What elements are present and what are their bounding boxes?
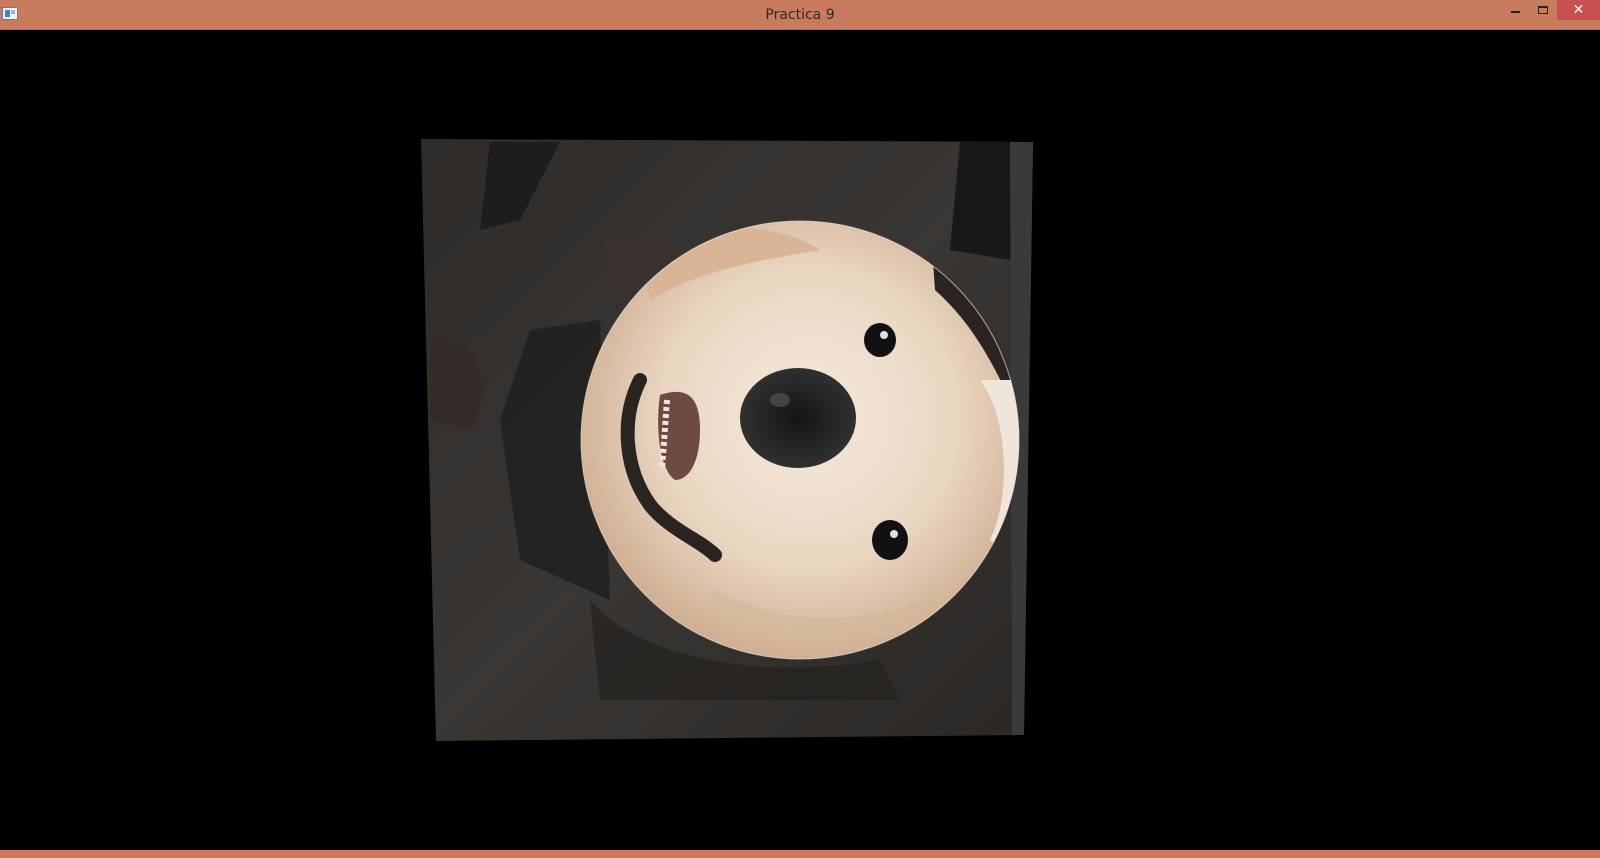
close-button[interactable]: ✕: [1557, 0, 1600, 20]
render-canvas[interactable]: [0, 31, 1600, 850]
rendered-scene: [421, 139, 1033, 741]
maximize-icon: [1538, 6, 1548, 14]
title-bar[interactable]: Practica 9 ✕: [0, 0, 1600, 30]
maximize-button[interactable]: [1529, 0, 1557, 20]
bottom-window-border: [0, 850, 1600, 858]
minimize-icon: [1510, 10, 1520, 13]
minimize-button[interactable]: [1501, 0, 1529, 20]
spotlight-circle: [581, 221, 1019, 659]
window-title: Practica 9: [765, 7, 835, 23]
close-icon: ✕: [1572, 2, 1585, 18]
